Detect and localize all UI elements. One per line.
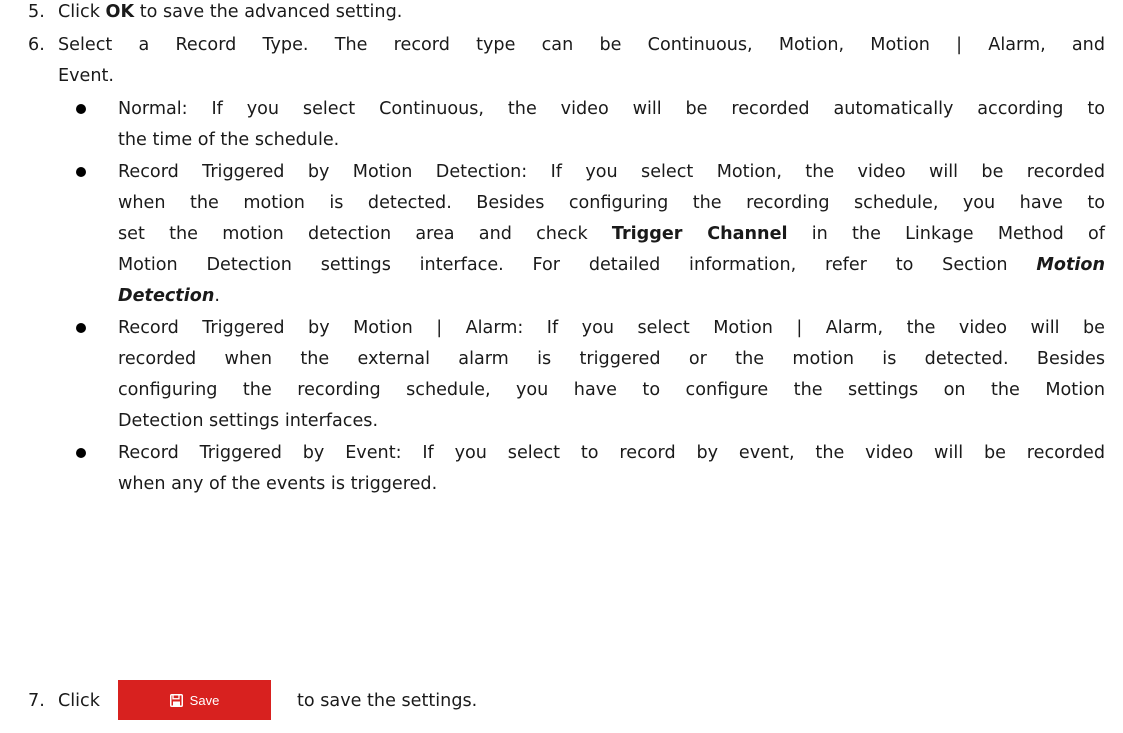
bullet-2-line-4: Motion Detection settings interface. For… [118,253,1105,277]
bullet-2-line-2: when the motion is detected. Besides con… [118,193,1105,213]
trigger-channel-term: Trigger Channel [611,224,788,244]
bullet-icon [76,448,86,458]
step-5-ok: OK [105,2,135,22]
section-ref-detection: Detection [118,286,215,306]
step-7-number: 7. [28,691,45,711]
bullet-2-line-3-post: in the Linkage Method of [787,224,1105,244]
bullet-2-line-5-post: . [214,286,220,306]
step-5-post: to save the advanced setting. [134,2,403,22]
step-6-line-2: Event. [58,66,114,86]
step-7-post: to save the settings. [297,691,478,711]
step-5-pre: Click [58,2,106,22]
bullet-2-line-5: Detection. [118,284,220,308]
bullet-3-line-3: configuring the recording schedule, you … [118,380,1105,400]
step-6-line-1: Select a Record Type. The record type ca… [58,35,1105,55]
bullet-2-line-4-pre: Motion Detection settings interface. For… [118,255,1037,275]
step-7-pre: Click [58,691,100,711]
bullet-icon [76,323,86,333]
bullet-icon [76,104,86,114]
bullet-2-line-3: set the motion detection area and check … [118,222,1105,246]
step-5-text: Click OK to save the advanced setting. [58,0,402,24]
bullet-2-line-1: Record Triggered by Motion Detection: If… [118,162,1105,182]
bullet-2-line-3-pre: set the motion detection area and check [118,224,612,244]
section-ref-motion: Motion [1036,255,1105,275]
bullet-1-line-1: Normal: If you select Continuous, the vi… [118,99,1105,119]
bullet-3-line-2: recorded when the external alarm is trig… [118,349,1105,369]
bullet-4-line-2: when any of the events is triggered. [118,474,438,494]
save-button-label: Save [189,692,220,708]
save-icon [169,693,183,707]
save-button[interactable]: Save [118,680,271,720]
bullet-1-line-2: the time of the schedule. [118,130,340,150]
bullet-3-line-4: Detection settings interfaces. [118,411,379,431]
step-6-number: 6. [28,35,45,55]
document-page: 5. Click OK to save the advanced setting… [0,0,1123,733]
step-5-number: 5. [28,2,45,22]
bullet-icon [76,167,86,177]
bullet-4-line-1: Record Triggered by Event: If you select… [118,443,1105,463]
bullet-3-line-1: Record Triggered by Motion | Alarm: If y… [118,318,1105,338]
